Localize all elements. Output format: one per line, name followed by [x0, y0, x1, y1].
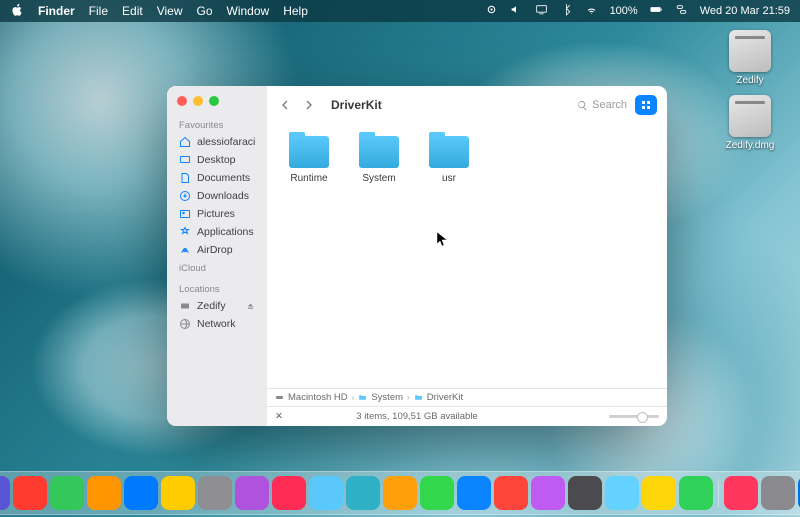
folder-icon — [414, 393, 423, 402]
disk-icon — [275, 393, 284, 402]
dock-app-2[interactable] — [13, 476, 47, 510]
dmg-icon — [729, 95, 771, 137]
chevron-right-icon: › — [407, 393, 410, 402]
path-segment[interactable]: DriverKit — [427, 392, 463, 403]
bluetooth-icon[interactable] — [560, 3, 573, 19]
wifi-icon[interactable] — [585, 3, 598, 19]
menubar-app-name[interactable]: Finder — [38, 4, 75, 18]
desktop-icon-zedify-dmg[interactable]: Zedify.dmg — [720, 95, 780, 151]
menu-go[interactable]: Go — [197, 4, 213, 18]
menubar-clock[interactable]: Wed 20 Mar 21:59 — [700, 5, 790, 17]
dock-app-17[interactable] — [568, 476, 602, 510]
dock-app-1[interactable] — [0, 476, 10, 510]
forward-button[interactable] — [301, 97, 317, 113]
menu-file[interactable]: File — [89, 4, 108, 18]
dock-app-19[interactable] — [642, 476, 676, 510]
finder-main: DriverKit Search Runtime System usr Maci… — [267, 86, 667, 426]
dock-app-3[interactable] — [50, 476, 84, 510]
folder-icon — [358, 393, 367, 402]
dock-app-4[interactable] — [87, 476, 121, 510]
menu-edit[interactable]: Edit — [122, 4, 143, 18]
minimize-button[interactable] — [193, 96, 203, 106]
dock-app-15[interactable] — [494, 476, 528, 510]
folder-runtime[interactable]: Runtime — [285, 136, 333, 184]
search-field[interactable]: Search — [577, 99, 627, 111]
eject-icon[interactable] — [246, 302, 255, 311]
sidebar-item-applications[interactable]: Applications — [167, 223, 267, 241]
path-segment[interactable]: System — [371, 392, 403, 403]
sidebar-item-documents[interactable]: Documents — [167, 169, 267, 187]
close-path-icon[interactable]: ✕ — [275, 411, 283, 422]
dock-separator — [718, 479, 719, 507]
battery-icon[interactable] — [650, 3, 663, 19]
sidebar-item-airdrop[interactable]: AirDrop — [167, 241, 267, 259]
dock-app-9[interactable] — [272, 476, 306, 510]
fullscreen-button[interactable] — [209, 96, 219, 106]
sidebar-section-locations: Locations — [167, 280, 267, 297]
drive-icon — [729, 30, 771, 72]
icon-size-slider[interactable] — [609, 415, 659, 418]
dock-app-22[interactable] — [761, 476, 795, 510]
path-segment[interactable]: Macintosh HD — [288, 392, 348, 403]
window-controls — [167, 94, 267, 116]
status-bar: ✕ 3 items, 109,51 GB available — [267, 406, 667, 426]
dock-app-18[interactable] — [605, 476, 639, 510]
cursor-icon — [437, 232, 449, 253]
sidebar-item-pictures[interactable]: Pictures — [167, 205, 267, 223]
dock-app-21[interactable] — [724, 476, 758, 510]
desktop-icon-zedify[interactable]: Zedify — [720, 30, 780, 86]
dock-app-8[interactable] — [235, 476, 269, 510]
close-button[interactable] — [177, 96, 187, 106]
dock-app-10[interactable] — [309, 476, 343, 510]
window-title: DriverKit — [331, 98, 382, 112]
menu-window[interactable]: Window — [227, 4, 270, 18]
back-button[interactable] — [277, 97, 293, 113]
folder-system[interactable]: System — [355, 136, 403, 184]
menubar: Finder File Edit View Go Window Help 100… — [0, 0, 800, 22]
toolbar-action-button[interactable] — [635, 95, 657, 115]
dock-app-14[interactable] — [457, 476, 491, 510]
display-icon[interactable] — [535, 3, 548, 19]
battery-percent: 100% — [610, 5, 638, 17]
dock-app-16[interactable] — [531, 476, 565, 510]
desktop-icon-label: Zedify — [736, 75, 763, 86]
dock — [0, 471, 800, 515]
menu-help[interactable]: Help — [283, 4, 308, 18]
toolbar: DriverKit Search — [267, 86, 667, 124]
path-bar: Macintosh HD › System › DriverKit — [267, 388, 667, 406]
search-placeholder: Search — [592, 99, 627, 111]
control-center-icon[interactable] — [675, 3, 688, 19]
apple-menu[interactable] — [10, 3, 24, 20]
folder-icon — [359, 136, 399, 168]
search-icon — [577, 100, 588, 111]
sidebar-section-icloud: iCloud — [167, 259, 267, 276]
dock-app-20[interactable] — [679, 476, 713, 510]
folder-icon — [289, 136, 329, 168]
dock-app-6[interactable] — [161, 476, 195, 510]
sidebar-item-home[interactable]: alessiofaraci — [167, 133, 267, 151]
folder-icon — [429, 136, 469, 168]
sidebar-item-downloads[interactable]: Downloads — [167, 187, 267, 205]
record-icon[interactable] — [485, 3, 498, 19]
folder-content[interactable]: Runtime System usr — [267, 124, 667, 388]
finder-window: Favourites alessiofaraci Desktop Documen… — [167, 86, 667, 426]
dock-app-12[interactable] — [383, 476, 417, 510]
chevron-right-icon: › — [352, 393, 355, 402]
dock-app-5[interactable] — [124, 476, 158, 510]
dock-app-11[interactable] — [346, 476, 380, 510]
volume-icon[interactable] — [510, 3, 523, 19]
dock-app-7[interactable] — [198, 476, 232, 510]
menu-view[interactable]: View — [157, 4, 183, 18]
sidebar-item-network[interactable]: Network — [167, 315, 267, 333]
sidebar-section-favourites: Favourites — [167, 116, 267, 133]
desktop-icon-label: Zedify.dmg — [726, 140, 775, 151]
sidebar-item-zedify[interactable]: Zedify — [167, 297, 267, 315]
folder-usr[interactable]: usr — [425, 136, 473, 184]
dock-app-13[interactable] — [420, 476, 454, 510]
status-text: 3 items, 109,51 GB available — [356, 411, 477, 422]
sidebar-item-desktop[interactable]: Desktop — [167, 151, 267, 169]
sidebar: Favourites alessiofaraci Desktop Documen… — [167, 86, 267, 426]
